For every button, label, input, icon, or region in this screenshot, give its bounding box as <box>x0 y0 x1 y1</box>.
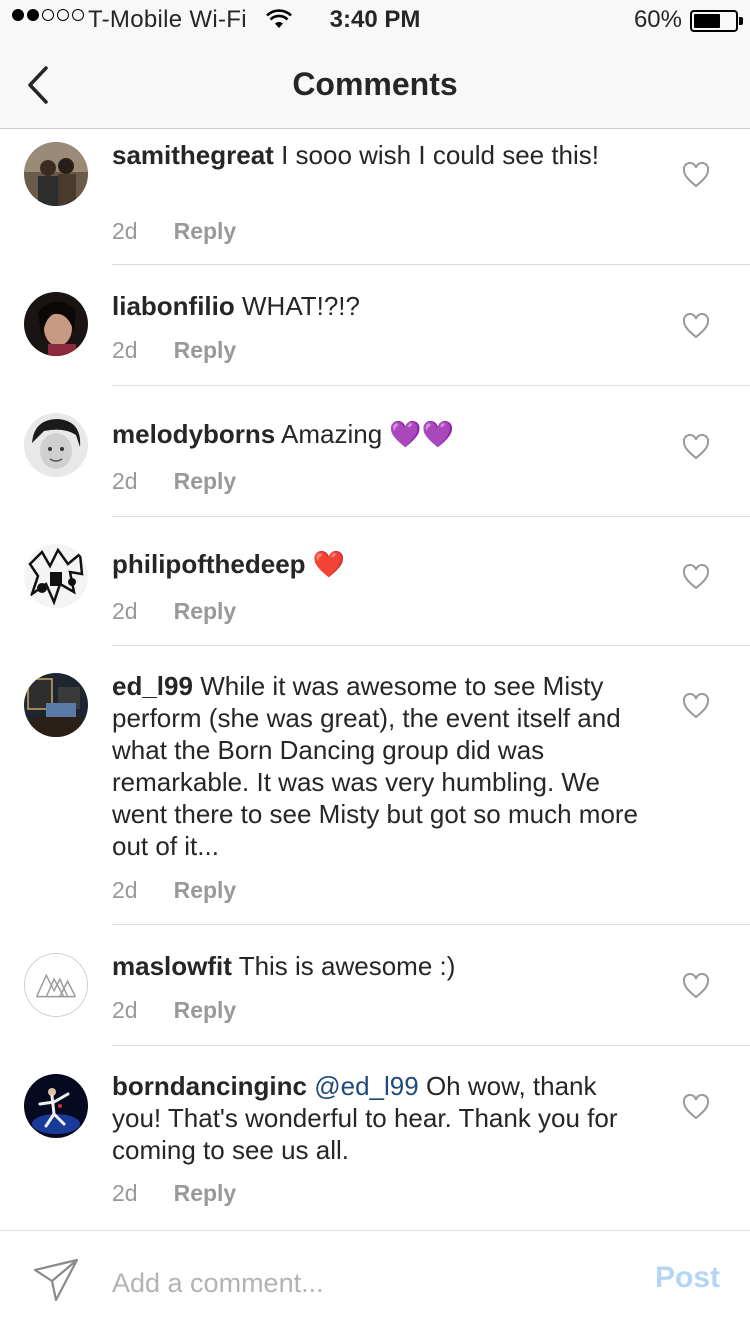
comment-username[interactable]: samithegreat <box>112 140 274 170</box>
comment-username[interactable]: ed_l99 <box>112 671 193 701</box>
like-heart-icon[interactable] <box>682 1094 710 1120</box>
divider <box>112 1045 750 1046</box>
paper-plane-icon[interactable] <box>32 1257 80 1303</box>
comment-age: 2d <box>112 997 138 1023</box>
reply-button[interactable]: Reply <box>174 1180 237 1206</box>
avatar[interactable] <box>24 1074 88 1138</box>
comment-username[interactable]: borndancinginc <box>112 1071 307 1101</box>
avatar[interactable] <box>24 413 88 477</box>
comment-text: borndancinginc @ed_l99 Oh wow, thank you… <box>112 1070 652 1166</box>
comment-meta: 2d Reply <box>112 1180 236 1207</box>
like-heart-icon[interactable] <box>682 162 710 188</box>
comment-mention[interactable]: @ed_l99 <box>314 1071 418 1101</box>
comment-age: 2d <box>112 337 138 363</box>
page-title: Comments <box>292 66 458 102</box>
comment-body: I sooo wish I could see this! <box>281 140 600 170</box>
comment-username[interactable]: melodyborns <box>112 419 275 449</box>
comment-meta: 2d Reply <box>112 218 236 245</box>
comment-username[interactable]: maslowfit <box>112 951 232 981</box>
comment-body: This is awesome :) <box>238 951 456 981</box>
comment-text: philipofthedeep ❤️ <box>112 548 652 580</box>
comment-composer: Post <box>0 1230 750 1334</box>
comment-meta: 2d Reply <box>112 468 236 495</box>
comment-meta: 2d Reply <box>112 598 236 625</box>
comment-age: 2d <box>112 218 138 244</box>
like-heart-icon[interactable] <box>682 313 710 339</box>
comment-body: ❤️ <box>312 549 346 579</box>
like-heart-icon[interactable] <box>682 693 710 719</box>
comment-text: samithegreat I sooo wish I could see thi… <box>112 139 652 171</box>
like-heart-icon[interactable] <box>682 564 710 590</box>
reply-button[interactable]: Reply <box>174 598 237 624</box>
comment-text: liabonfilio WHAT!?!? <box>112 290 652 322</box>
comment-age: 2d <box>112 1180 138 1206</box>
comment-text: ed_l99 While it was awesome to see Misty… <box>112 670 652 862</box>
comment-username[interactable]: liabonfilio <box>112 291 235 321</box>
reply-button[interactable]: Reply <box>174 877 237 903</box>
avatar[interactable] <box>24 673 88 737</box>
battery-percent: 60% <box>633 6 682 33</box>
comment-text: melodyborns Amazing 💜💜 <box>112 418 652 450</box>
avatar[interactable] <box>24 142 88 206</box>
comment-input[interactable] <box>112 1261 612 1305</box>
reply-button[interactable]: Reply <box>174 218 237 244</box>
comment-meta: 2d Reply <box>112 997 236 1024</box>
avatar[interactable] <box>24 544 88 608</box>
divider <box>112 264 750 265</box>
like-heart-icon[interactable] <box>682 973 710 999</box>
reply-button[interactable]: Reply <box>174 997 237 1023</box>
battery-icon <box>690 10 743 32</box>
divider <box>112 645 750 646</box>
avatar[interactable] <box>24 953 88 1017</box>
comment-body: WHAT!?!? <box>242 291 360 321</box>
divider <box>112 516 750 517</box>
like-heart-icon[interactable] <box>682 434 710 460</box>
divider <box>112 385 750 386</box>
post-button[interactable]: Post <box>655 1261 720 1295</box>
reply-button[interactable]: Reply <box>174 337 237 363</box>
avatar[interactable] <box>24 292 88 356</box>
comment-meta: 2d Reply <box>112 337 236 364</box>
reply-button[interactable]: Reply <box>174 468 237 494</box>
nav-bar: Comments <box>0 40 750 129</box>
comment-age: 2d <box>112 598 138 624</box>
comment-text: maslowfit This is awesome :) <box>112 950 652 982</box>
status-bar: T-Mobile Wi-Fi 3:40 PM 60% <box>0 0 750 40</box>
comment-age: 2d <box>112 877 138 903</box>
comment-body: Amazing 💜💜 <box>281 419 455 449</box>
comment-age: 2d <box>112 468 138 494</box>
divider <box>112 924 750 925</box>
comment-username[interactable]: philipofthedeep <box>112 549 306 579</box>
comment-meta: 2d Reply <box>112 877 236 904</box>
